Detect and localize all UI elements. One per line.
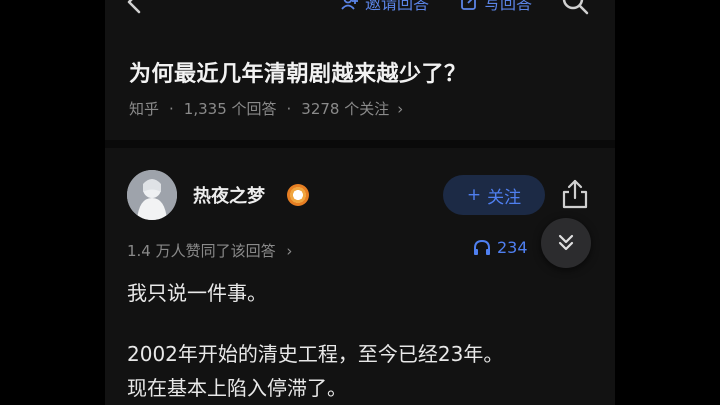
verified-badge-icon <box>287 184 309 206</box>
question-meta: 知乎 · 1,335 个回答 · 3278 个关注 › <box>129 98 403 119</box>
likes-summary[interactable]: 1.4 万人赞同了该回答 › <box>127 240 292 261</box>
answer-count[interactable]: 1,335 个回答 <box>184 98 277 119</box>
plus-icon: + <box>466 185 482 205</box>
author-name[interactable]: 热夜之梦 <box>193 182 265 208</box>
invite-icon <box>341 0 358 10</box>
write-answer-button[interactable]: 写回答 <box>460 0 532 14</box>
source-label: 知乎 <box>129 100 160 118</box>
listen-count: 234 <box>497 238 528 257</box>
chevron-right-icon: › <box>286 242 293 260</box>
answer-paragraph: 2002年开始的清史工程，至今已经23年。 <box>127 342 504 366</box>
headphones-icon <box>474 239 490 255</box>
section-divider <box>105 140 615 148</box>
invite-answer-label: 邀请回答 <box>365 0 430 13</box>
chevron-double-down-icon <box>558 234 574 251</box>
phone-screen: 邀请回答 写回答 为何最近几年清朝剧越来越少了？ 知乎 · 1,335 个回答 … <box>105 0 615 405</box>
follower-count[interactable]: 3278 个关注 <box>301 98 389 119</box>
separator-dot: · <box>169 99 174 118</box>
chevron-right-icon[interactable]: › <box>397 100 403 118</box>
answer-paragraph: 我只说一件事。 <box>127 281 267 305</box>
separator-dot: · <box>286 99 292 118</box>
back-arrow-icon[interactable] <box>123 0 147 16</box>
answer-paragraph: 现在基本上陷入停滞了。 <box>127 376 347 400</box>
question-title[interactable]: 为何最近几年清朝剧越来越少了？ <box>129 56 467 88</box>
top-bar: 邀请回答 写回答 <box>105 0 615 20</box>
edit-icon <box>461 0 476 10</box>
follow-button[interactable]: + 关注 <box>443 175 545 215</box>
search-icon[interactable] <box>560 0 590 16</box>
invite-answer-button[interactable]: 邀请回答 <box>341 0 429 14</box>
avatar-image <box>127 170 177 220</box>
listen-button[interactable]: 234 <box>473 238 528 257</box>
share-icon[interactable] <box>560 178 590 210</box>
likes-text: 1.4 万人赞同了该回答 <box>127 242 276 260</box>
write-answer-label: 写回答 <box>484 0 533 13</box>
avatar[interactable] <box>127 170 177 220</box>
scroll-down-button[interactable] <box>541 218 591 268</box>
follow-label: 关注 <box>487 187 522 208</box>
